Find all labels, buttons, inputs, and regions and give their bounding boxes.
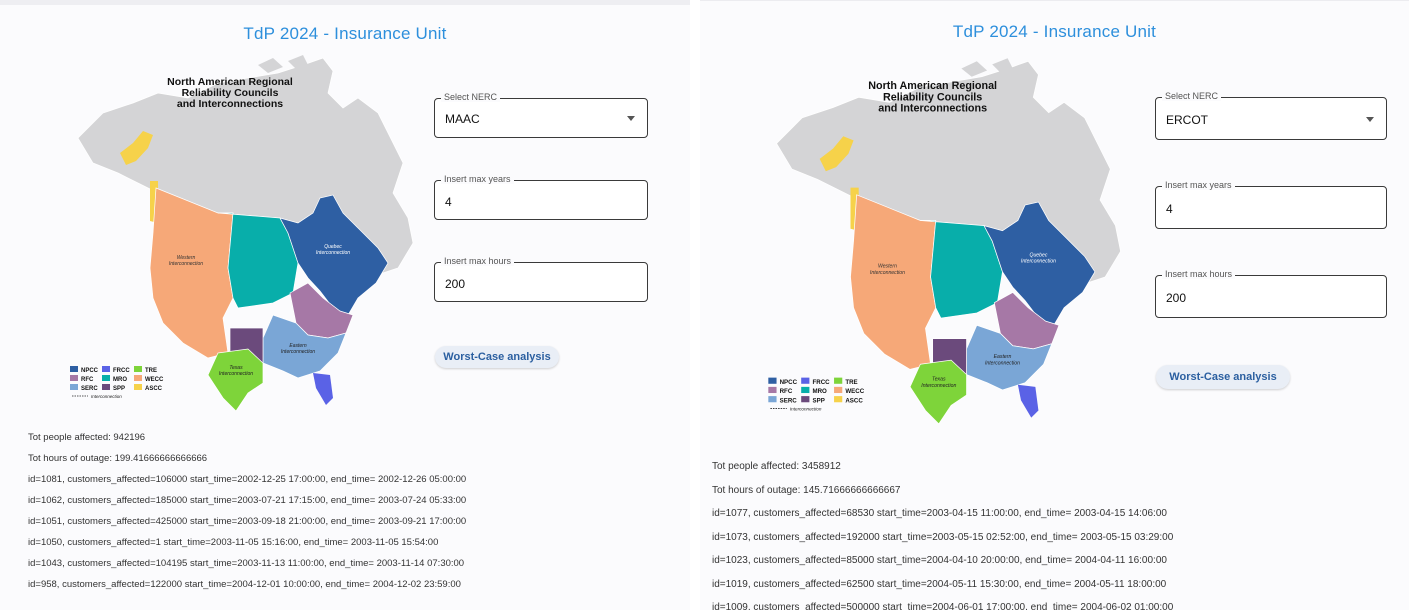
worst-case-analysis-button[interactable]: Worst-Case analysis bbox=[435, 346, 559, 368]
texas-label-2: Interconnection bbox=[219, 371, 253, 377]
legend-serc: SERC bbox=[81, 386, 98, 392]
total-people-affected: Tot people affected: 942196 bbox=[28, 432, 146, 443]
map-title: North American Regional bbox=[868, 80, 997, 92]
map-legend: NPCC FRCC TRE RFC MRO WECC SERC SPP ASCC… bbox=[768, 377, 865, 411]
max-hours-value[interactable]: 200 bbox=[1166, 291, 1186, 305]
max-years-value[interactable]: 4 bbox=[1166, 202, 1173, 216]
result-row: id=1009, customers_affected=500000 start… bbox=[712, 602, 1174, 610]
max-hours-label: Insert max hours bbox=[441, 256, 515, 266]
result-row: id=1050, customers_affected=1 start_time… bbox=[28, 537, 439, 548]
legend-rfc: RFC bbox=[81, 377, 94, 383]
western-label: Western bbox=[878, 264, 897, 270]
dropdown-arrow-icon[interactable] bbox=[1366, 117, 1374, 122]
legend-npcc: NPCC bbox=[81, 368, 99, 374]
eastern-label-2: Interconnection bbox=[281, 349, 315, 355]
texas-label-2: Interconnection bbox=[921, 383, 956, 389]
select-nerc-label: Select NERC bbox=[1162, 91, 1222, 101]
quebec-label-2: Interconnection bbox=[316, 250, 350, 256]
legend-mro: MRO bbox=[812, 388, 827, 395]
legend-rfc: RFC bbox=[780, 388, 793, 395]
legend-wecc: WECC bbox=[145, 377, 164, 383]
select-nerc-value: MAAC bbox=[445, 112, 480, 126]
eastern-label: Eastern bbox=[994, 354, 1012, 360]
legend-tre: TRE bbox=[145, 368, 157, 374]
tre-region bbox=[207, 348, 264, 411]
legend-interconnection: Interconnection bbox=[91, 394, 122, 399]
max-hours-value[interactable]: 200 bbox=[445, 277, 465, 291]
result-row: id=1019, customers_affected=62500 start_… bbox=[712, 578, 1167, 590]
legend-frcc: FRCC bbox=[113, 368, 130, 374]
legend-npcc: NPCC bbox=[780, 379, 798, 386]
result-row: id=1023, customers_affected=85000 start_… bbox=[712, 555, 1167, 566]
max-hours-label: Insert max hours bbox=[1162, 269, 1236, 279]
legend-ascc: ASCC bbox=[145, 386, 163, 392]
legend-spp: SPP bbox=[113, 386, 125, 392]
eastern-label-2: Interconnection bbox=[985, 360, 1020, 366]
select-nerc-dropdown[interactable]: Select NERC ERCOT bbox=[1155, 91, 1387, 140]
dropdown-arrow-icon[interactable] bbox=[627, 116, 635, 121]
frcc-region bbox=[313, 373, 333, 405]
map-legend: NPCC FRCC TRE RFC MRO WECC SERC SPP ASCC… bbox=[70, 366, 164, 399]
app-title: TdP 2024 - Insurance Unit bbox=[243, 24, 447, 43]
western-label-2: Interconnection bbox=[169, 261, 203, 267]
select-nerc-label: Select NERC bbox=[441, 92, 501, 102]
worst-case-analysis-button[interactable]: Worst-Case analysis bbox=[1156, 365, 1290, 389]
legend-ascc: ASCC bbox=[845, 397, 863, 404]
result-row: id=1062, customers_affected=185000 start… bbox=[28, 495, 467, 506]
max-hours-input[interactable]: Insert max hours 200 bbox=[1155, 269, 1387, 318]
max-years-label: Insert max years bbox=[1162, 180, 1235, 190]
legend-spp: SPP bbox=[812, 397, 824, 404]
legend-mro: MRO bbox=[113, 377, 127, 383]
map-title-line3: and Interconnections bbox=[177, 98, 283, 110]
left-app-window: TdP 2024 - Insurance Unit North American… bbox=[0, 0, 690, 610]
nerc-regions-map: North American Regional Reliability Coun… bbox=[768, 58, 1121, 425]
quebec-label: Quebec bbox=[1029, 252, 1047, 258]
results-list: Tot people affected: 942196 Tot hours of… bbox=[28, 432, 466, 600]
result-row: id=1051, customers_affected=425000 start… bbox=[28, 516, 467, 527]
right-app-window: TdP 2024 - Insurance Unit North American… bbox=[700, 0, 1409, 610]
map-title-line2: Reliability Councils bbox=[883, 91, 982, 103]
tre-region bbox=[909, 359, 967, 425]
result-row: id=1073, customers_affected=192000 start… bbox=[712, 531, 1174, 543]
nerc-regions-map: North American Regional Reliability Coun… bbox=[70, 55, 414, 411]
legend-frcc: FRCC bbox=[812, 379, 830, 386]
legend-serc: SERC bbox=[780, 397, 798, 404]
western-label-2: Interconnection bbox=[870, 270, 905, 276]
results-list: Tot people affected: 3458912 Tot hours o… bbox=[712, 461, 1173, 610]
result-row: id=1081, customers_affected=106000 start… bbox=[28, 474, 467, 485]
result-row: id=958, customers_affected=122000 start_… bbox=[28, 579, 461, 590]
select-nerc-dropdown[interactable]: Select NERC MAAC bbox=[434, 92, 648, 138]
select-nerc-value: ERCOT bbox=[1166, 113, 1208, 127]
quebec-label-2: Interconnection bbox=[1021, 259, 1056, 265]
max-hours-input[interactable]: Insert max hours 200 bbox=[434, 256, 648, 302]
total-hours-outage: Tot hours of outage: 145.71666666666667 bbox=[712, 484, 901, 496]
max-years-value[interactable]: 4 bbox=[445, 195, 452, 209]
result-row: id=1043, customers_affected=104195 start… bbox=[28, 558, 465, 569]
result-row: id=1077, customers_affected=68530 start_… bbox=[712, 508, 1167, 519]
frcc-region bbox=[1017, 384, 1039, 418]
app-title: TdP 2024 - Insurance Unit bbox=[952, 22, 1157, 41]
legend-tre: TRE bbox=[845, 379, 857, 386]
max-years-input[interactable]: Insert max years 4 bbox=[1155, 180, 1387, 229]
legend-interconnection: Interconnection bbox=[790, 406, 822, 411]
max-years-label: Insert max years bbox=[441, 174, 514, 184]
map-title-line3: and Interconnections bbox=[878, 103, 987, 115]
total-people-affected: Tot people affected: 3458912 bbox=[712, 461, 841, 472]
legend-wecc: WECC bbox=[845, 388, 864, 395]
texas-label: Texas bbox=[932, 377, 946, 383]
total-hours-outage: Tot hours of outage: 199.41666666666666 bbox=[28, 453, 208, 464]
max-years-input[interactable]: Insert max years 4 bbox=[434, 174, 648, 220]
